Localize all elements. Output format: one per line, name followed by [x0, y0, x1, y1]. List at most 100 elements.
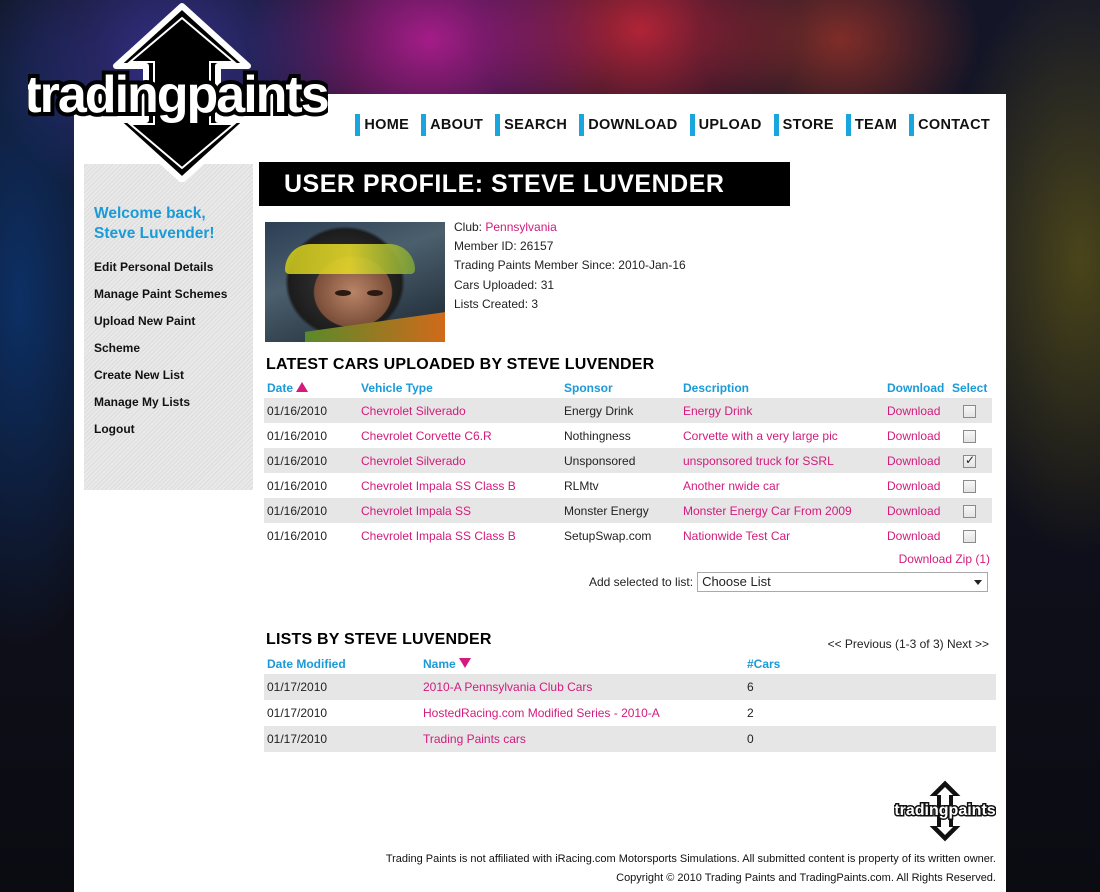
- column-header-name[interactable]: Name: [420, 654, 744, 674]
- table-row: 01/16/2010 Chevrolet Corvette C6.R Nothing…: [264, 423, 992, 448]
- nav-contact[interactable]: CONTACT: [909, 114, 990, 136]
- sort-descending-icon: [458, 658, 471, 668]
- cell-sponsor: Unsponsored: [561, 448, 680, 473]
- download-link[interactable]: Download: [887, 404, 940, 418]
- description-link[interactable]: Corvette with a very large pic: [683, 429, 838, 443]
- member-id: Member ID: 26157: [454, 239, 554, 254]
- vehicle-type-link[interactable]: Chevrolet Impala SS: [361, 504, 471, 518]
- sidebar: Welcome back, Steve Luvender! Edit Perso…: [84, 164, 253, 490]
- footer-logo: tradingpaints: [893, 780, 997, 842]
- nav-search[interactable]: SEARCH: [495, 114, 567, 136]
- table-row: 01/16/2010 Chevrolet Silverado Energy Drin…: [264, 398, 992, 423]
- nav-store[interactable]: STORE: [773, 114, 834, 136]
- sidebar-item-edit-personal-details[interactable]: Edit Personal Details: [94, 254, 243, 281]
- cell-cars-count: 6: [744, 674, 996, 700]
- description-link[interactable]: unsponsored truck for SSRL: [683, 454, 834, 468]
- cell-sponsor: Energy Drink: [561, 398, 680, 423]
- nav-download[interactable]: DOWNLOAD: [579, 114, 677, 136]
- cell-date: 01/16/2010: [267, 528, 328, 543]
- cell-sponsor: Nothingness: [564, 428, 631, 443]
- user-avatar: [265, 222, 445, 342]
- column-header-cars-count[interactable]: #Cars: [744, 654, 996, 674]
- description-link[interactable]: Another nwide car: [683, 479, 780, 493]
- choose-list-select[interactable]: Choose List: [697, 572, 989, 592]
- lists-section-title: LISTS BY STEVE LUVENDER: [266, 631, 492, 648]
- list-row: 01/17/2010 HostedRacing.com Modified Seri…: [264, 700, 996, 726]
- column-header-date-modified[interactable]: Date Modified: [264, 654, 420, 674]
- list-row: 01/17/2010 Trading Paints cars 0: [264, 726, 996, 752]
- list-name-link[interactable]: Trading Paints cars: [423, 732, 526, 746]
- download-link[interactable]: Download: [887, 429, 940, 443]
- page-title: USER PROFILE: STEVE LUVENDER: [259, 162, 790, 206]
- sidebar-item-create-new-list[interactable]: Create New List: [94, 362, 243, 389]
- chevron-down-icon: [974, 580, 983, 585]
- nav-home[interactable]: HOME: [355, 114, 409, 136]
- nav-about[interactable]: ABOUT: [421, 114, 483, 136]
- cell-date: 01/16/2010: [264, 398, 358, 423]
- club-link[interactable]: Pennsylvania: [485, 220, 556, 234]
- sidebar-item-upload-new-paint-scheme[interactable]: Upload New Paint Scheme: [94, 308, 243, 362]
- club-row: Club: Pennsylvania: [454, 218, 686, 237]
- select-checkbox[interactable]: [963, 429, 976, 443]
- site-logo[interactable]: tradingpaints: [28, 2, 328, 182]
- table-row: 01/16/2010 Chevrolet Impala SS Class B RLM…: [264, 473, 992, 498]
- nav-team[interactable]: TEAM: [845, 114, 897, 136]
- column-header-select: Select: [952, 381, 988, 395]
- column-header-date[interactable]: Date: [264, 378, 358, 398]
- cell-sponsor: SetupSwap.com: [564, 528, 652, 543]
- add-selected-label: Add selected to list:: [589, 575, 694, 589]
- svg-text:tradingpaints: tradingpaints: [894, 802, 995, 819]
- column-header-download: Download: [887, 381, 945, 395]
- main-panel: HOME ABOUT SEARCH DOWNLOAD UPLOAD STORE …: [74, 94, 1006, 892]
- table-row: 01/16/2010 Chevrolet Impala SS Monster Ene…: [264, 498, 992, 523]
- welcome-line-1: Welcome back,: [94, 205, 206, 222]
- column-header-vehicle-type[interactable]: Vehicle Type: [358, 378, 561, 398]
- select-checkbox[interactable]: [963, 404, 976, 418]
- footer-disclaimer: Trading Paints is not affiliated with iR…: [385, 853, 996, 865]
- select-checkbox[interactable]: [963, 453, 976, 468]
- select-checkbox[interactable]: [963, 479, 976, 493]
- select-checkbox[interactable]: [963, 529, 976, 543]
- cell-sponsor: RLMtv: [564, 478, 599, 493]
- download-link[interactable]: Download: [887, 454, 940, 468]
- add-to-list-row: Add selected to list: Choose List: [589, 572, 989, 592]
- table-row: 01/16/2010 Chevrolet Silverado Unsponsored…: [264, 448, 992, 473]
- svg-text:tradingpaints: tradingpaints: [28, 66, 328, 124]
- column-header-sponsor[interactable]: Sponsor: [561, 378, 680, 398]
- description-link[interactable]: Nationwide Test Car: [683, 529, 790, 543]
- sidebar-item-logout[interactable]: Logout: [94, 416, 243, 443]
- lists-created: Lists Created: 3: [454, 296, 539, 311]
- description-link[interactable]: Energy Drink: [683, 404, 752, 418]
- download-zip-link[interactable]: Download Zip (1): [899, 552, 990, 566]
- sort-ascending-icon: [296, 382, 309, 392]
- cars-uploaded: Cars Uploaded: 31: [454, 277, 555, 292]
- main-nav: HOME ABOUT SEARCH DOWNLOAD UPLOAD STORE …: [355, 114, 990, 136]
- club-label: Club:: [454, 220, 483, 234]
- nav-upload[interactable]: UPLOAD: [689, 114, 762, 136]
- vehicle-type-link[interactable]: Chevrolet Impala SS Class B: [361, 529, 516, 543]
- vehicle-type-link[interactable]: Chevrolet Silverado: [361, 454, 466, 468]
- cell-date: 01/16/2010: [264, 448, 358, 473]
- sidebar-item-manage-paint-schemes[interactable]: Manage Paint Schemes: [94, 281, 243, 308]
- column-header-description[interactable]: Description: [680, 378, 884, 398]
- sidebar-item-manage-my-lists[interactable]: Manage My Lists: [94, 389, 243, 416]
- cell-date-modified: 01/17/2010: [264, 726, 420, 752]
- vehicle-type-link[interactable]: Chevrolet Impala SS Class B: [361, 479, 516, 493]
- vehicle-type-link[interactable]: Chevrolet Corvette C6.R: [361, 429, 492, 443]
- download-link[interactable]: Download: [887, 529, 940, 543]
- select-checkbox[interactable]: [963, 504, 976, 518]
- download-link[interactable]: Download: [887, 504, 940, 518]
- member-since: Trading Paints Member Since: 2010-Jan-16: [454, 258, 686, 273]
- vehicle-type-link[interactable]: Chevrolet Silverado: [361, 404, 466, 418]
- lists-table: Date Modified Name #Cars 01/17/2010 2010-…: [264, 654, 996, 752]
- cell-date-modified: 01/17/2010: [267, 706, 328, 720]
- download-link[interactable]: Download: [887, 479, 940, 493]
- cell-cars-count: 2: [747, 706, 754, 720]
- cell-date: 01/16/2010: [267, 428, 328, 443]
- list-name-link[interactable]: HostedRacing.com Modified Series - 2010-…: [423, 706, 660, 720]
- cell-date: 01/16/2010: [267, 478, 328, 493]
- profile-info: Club: Pennsylvania Member ID: 26157 Trad…: [454, 218, 686, 314]
- lists-pager[interactable]: << Previous (1-3 of 3) Next >>: [828, 637, 989, 651]
- list-name-link[interactable]: 2010-A Pennsylvania Club Cars: [423, 680, 592, 694]
- description-link[interactable]: Monster Energy Car From 2009: [683, 504, 852, 518]
